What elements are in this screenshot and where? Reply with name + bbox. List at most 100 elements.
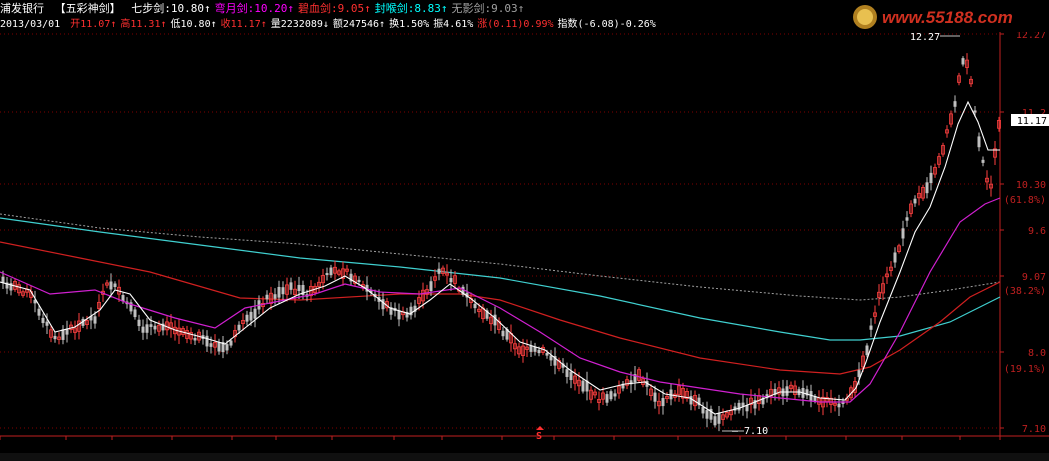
indicator-value-1: 弯月剑:10.20↑ — [214, 2, 294, 15]
quote-value-2: 低10.80↑ — [170, 19, 217, 30]
candle — [537, 349, 541, 354]
candle — [205, 335, 209, 347]
candle — [381, 299, 385, 310]
candle — [245, 314, 249, 322]
candle — [277, 286, 281, 298]
candle — [865, 345, 869, 356]
y-tick-label: 7.10 — [1022, 424, 1046, 435]
candle — [569, 371, 573, 381]
candle — [713, 416, 717, 426]
candle — [925, 182, 929, 194]
quote-value-9: 指数(-6.08)-0.26% — [557, 19, 656, 30]
candle — [913, 198, 917, 204]
indicator-value-3: 封喉剑:8.83↑ — [374, 2, 448, 15]
candle — [225, 344, 229, 351]
candle — [545, 352, 549, 356]
candle — [149, 324, 153, 327]
candle — [449, 278, 453, 283]
indicator-value-4: 无影剑:9.03↑ — [451, 2, 525, 15]
y-tick-label: 8.0 — [1028, 348, 1046, 359]
candle — [701, 407, 705, 414]
candle — [209, 343, 213, 347]
candle — [153, 325, 157, 330]
candle — [905, 217, 909, 221]
candle — [869, 325, 873, 330]
candle — [61, 329, 65, 340]
candle — [273, 294, 277, 299]
quote-values: 开11.07↑ 高11.31↑ 低10.80↑ 收11.17↑ 量2232089↓ 额24… — [70, 19, 660, 30]
high-annotation: 12.27 — [910, 32, 940, 43]
candle — [53, 335, 57, 340]
y-tick-label: 12.27 — [1016, 32, 1046, 41]
candle — [141, 326, 145, 333]
candle — [133, 309, 137, 318]
y-tick-label: 10.30 — [1016, 180, 1046, 191]
candlestick-chart[interactable]: 12.2711.210.309.69.078.07.10(61.8%)(38.2… — [0, 32, 1049, 440]
candle — [325, 273, 329, 276]
candle — [653, 392, 657, 402]
site-logo: www.55188.com — [853, 5, 1013, 29]
candle — [145, 324, 149, 333]
pct-label: (19.1%) — [1004, 364, 1046, 375]
candle — [113, 283, 117, 288]
candle — [565, 369, 569, 377]
candle — [785, 386, 789, 396]
candle — [265, 294, 269, 300]
candle — [109, 281, 113, 290]
sell-signal-label: S — [536, 431, 542, 440]
y-tick-label: 9.6 — [1028, 226, 1046, 237]
stock-name[interactable]: 浦发银行 — [0, 0, 44, 17]
candle — [397, 310, 401, 320]
candle — [953, 101, 957, 107]
candle — [613, 393, 617, 397]
indicator-value-2: 碧血剑:9.05↑ — [297, 2, 371, 15]
candle — [429, 281, 433, 292]
candle — [581, 380, 585, 392]
quote-value-1: 高11.31↑ — [120, 19, 167, 30]
quote-date: 2013/03/01 — [0, 19, 61, 30]
y-tick-label: 9.07 — [1022, 272, 1046, 283]
candle — [329, 267, 333, 276]
candle — [501, 330, 505, 337]
quote-value-3: 收11.17↑ — [220, 19, 267, 30]
pct-label: (61.8%) — [1004, 195, 1046, 206]
ma-line-wuying — [0, 213, 1001, 301]
indicator-strip — [0, 453, 1049, 461]
candle — [137, 319, 141, 327]
candle — [253, 308, 257, 319]
candle — [661, 397, 665, 407]
candle — [229, 340, 233, 346]
quote-value-0: 开11.07↑ — [70, 19, 117, 30]
candle — [281, 287, 285, 295]
current-price-label: 11.17 — [1017, 116, 1047, 127]
candle — [717, 413, 721, 424]
candle — [493, 314, 497, 326]
quote-value-4: 量2232089↓ — [270, 19, 329, 30]
quote-value-8: 涨(0.11)0.99% — [477, 19, 554, 30]
candle — [973, 110, 977, 113]
candle — [357, 279, 361, 283]
quote-value-5: 额247546↑ — [332, 19, 386, 30]
candle — [837, 403, 841, 408]
candle — [529, 345, 533, 352]
indicator-value-0: 七步剑:10.80↑ — [131, 2, 211, 15]
candle — [901, 228, 905, 239]
candle — [41, 317, 45, 324]
ma-line-qibu — [0, 100, 1000, 415]
indicator-name[interactable]: 【五彩神剑】 — [55, 0, 121, 17]
candle — [981, 159, 985, 163]
quote-value-6: 换1.50% — [389, 19, 430, 30]
candle — [217, 342, 221, 352]
candle — [893, 252, 897, 263]
candle — [297, 284, 301, 291]
quote-value-7: 振4.61% — [433, 19, 474, 30]
candle — [929, 172, 933, 184]
sell-signal-arrow-icon — [536, 426, 544, 430]
candle — [977, 136, 981, 148]
candle — [37, 308, 41, 316]
logo-text: www.55188.com — [882, 8, 1013, 27]
candle — [289, 282, 293, 290]
candle — [605, 394, 609, 403]
pct-label: (38.2%) — [1004, 286, 1046, 297]
candle — [193, 337, 197, 341]
